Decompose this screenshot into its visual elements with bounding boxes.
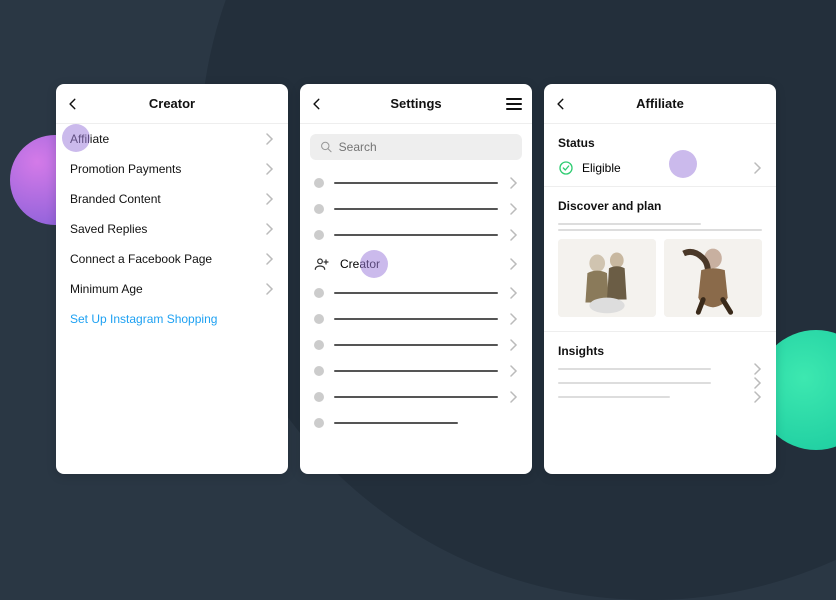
search-input[interactable]: [339, 140, 512, 154]
row-label: Saved Replies: [70, 222, 147, 236]
discover-skeleton: [544, 217, 776, 231]
phone-creator: Creator Affiliate Promotion Payments Bra…: [56, 84, 288, 474]
chevron-right-icon: [510, 313, 518, 325]
row-connect-facebook[interactable]: Connect a Facebook Page: [56, 244, 288, 274]
row-label: Affiliate: [70, 132, 109, 146]
fashion-image-icon: [664, 239, 762, 317]
hamburger-menu[interactable]: [506, 97, 522, 111]
chevron-right-icon: [510, 391, 518, 403]
row-label: Minimum Age: [70, 282, 143, 296]
list-item[interactable]: [300, 358, 532, 384]
thumbnail-1[interactable]: [558, 239, 656, 317]
list-item[interactable]: [300, 332, 532, 358]
back-button[interactable]: [554, 97, 568, 111]
chevron-right-icon: [510, 339, 518, 351]
page-title: Settings: [390, 96, 441, 111]
page-title: Creator: [149, 96, 195, 111]
row-label: Connect a Facebook Page: [70, 252, 212, 266]
chevron-right-icon: [510, 229, 518, 241]
list-item[interactable]: [300, 280, 532, 306]
phone-settings: Settings: [300, 84, 532, 474]
row-label: Promotion Payments: [70, 162, 181, 176]
list-item[interactable]: [300, 306, 532, 332]
chevron-left-icon: [554, 97, 568, 111]
chevron-right-icon: [754, 363, 762, 375]
header-creator: Creator: [56, 84, 288, 124]
row-saved-replies[interactable]: Saved Replies: [56, 214, 288, 244]
status-value: Eligible: [582, 161, 621, 175]
row-affiliate[interactable]: Affiliate: [56, 124, 288, 154]
chevron-right-icon: [510, 177, 518, 189]
thumbnail-2[interactable]: [664, 239, 762, 317]
fashion-image-icon: [558, 239, 656, 317]
chevron-right-icon: [754, 377, 762, 389]
chevron-right-icon: [510, 365, 518, 377]
back-button[interactable]: [66, 97, 80, 111]
row-minimum-age[interactable]: Minimum Age: [56, 274, 288, 304]
status-row[interactable]: Eligible: [544, 154, 776, 186]
chevron-right-icon: [510, 287, 518, 299]
row-branded-content[interactable]: Branded Content: [56, 184, 288, 214]
chevron-right-icon: [266, 253, 274, 265]
list-item[interactable]: [300, 196, 532, 222]
list-item[interactable]: [300, 222, 532, 248]
chevron-left-icon: [66, 97, 80, 111]
phone-affiliate: Affiliate Status Eligible Discover and p…: [544, 84, 776, 474]
creator-list: Affiliate Promotion Payments Branded Con…: [56, 124, 288, 474]
chevron-right-icon: [266, 133, 274, 145]
hamburger-icon: [506, 97, 522, 111]
settings-list: Creator: [300, 170, 532, 474]
chevron-right-icon: [754, 162, 762, 174]
list-item[interactable]: [300, 410, 532, 436]
chevron-right-icon: [266, 283, 274, 295]
insight-item[interactable]: [544, 390, 776, 404]
list-item[interactable]: [300, 170, 532, 196]
insight-item[interactable]: [544, 376, 776, 390]
insight-item[interactable]: [544, 362, 776, 376]
insights-label: Insights: [544, 332, 776, 362]
search-icon: [320, 140, 333, 154]
discover-label: Discover and plan: [544, 187, 776, 217]
chevron-right-icon: [510, 258, 518, 270]
person-add-icon: [314, 256, 330, 272]
highlight-indicator: [669, 150, 697, 178]
chevron-right-icon: [510, 203, 518, 215]
chevron-left-icon: [310, 97, 324, 111]
header-settings: Settings: [300, 84, 532, 124]
discover-thumbs: [544, 231, 776, 325]
chevron-right-icon: [266, 193, 274, 205]
row-label: Creator: [340, 257, 380, 271]
row-label: Branded Content: [70, 192, 161, 206]
affiliate-content: Status Eligible Discover and plan: [544, 124, 776, 474]
header-affiliate: Affiliate: [544, 84, 776, 124]
chevron-right-icon: [266, 223, 274, 235]
list-item[interactable]: [300, 384, 532, 410]
search-bar[interactable]: [310, 134, 522, 160]
check-circle-icon: [558, 160, 574, 176]
row-setup-shopping[interactable]: Set Up Instagram Shopping: [56, 304, 288, 334]
chevron-right-icon: [754, 391, 762, 403]
page-title: Affiliate: [636, 96, 684, 111]
chevron-right-icon: [266, 163, 274, 175]
row-label: Set Up Instagram Shopping: [70, 312, 217, 326]
row-promotion-payments[interactable]: Promotion Payments: [56, 154, 288, 184]
status-label: Status: [544, 124, 776, 154]
row-creator[interactable]: Creator: [300, 248, 532, 280]
back-button[interactable]: [310, 97, 324, 111]
